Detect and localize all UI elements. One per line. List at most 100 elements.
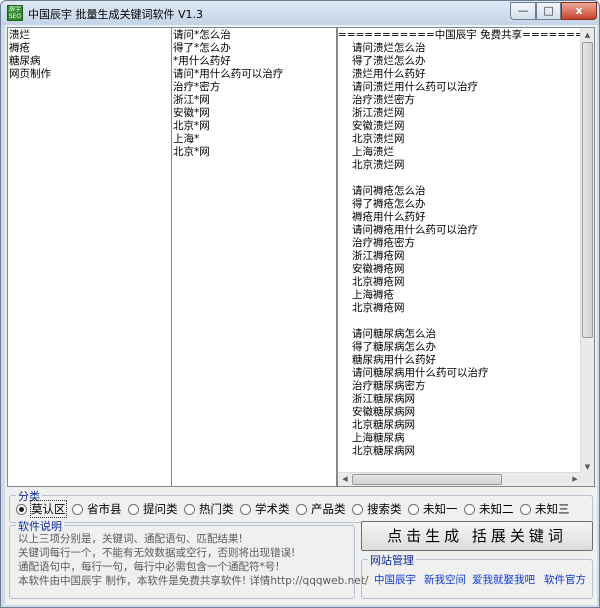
results-line: 请问糖尿病用什么药可以治疗 bbox=[352, 367, 489, 379]
keywords-line: 网页制作 bbox=[9, 68, 51, 80]
radio-dot-icon[interactable] bbox=[408, 503, 419, 515]
results-line: 北京溃烂网 bbox=[352, 133, 405, 145]
scroll-left-icon[interactable]: ◀ bbox=[338, 473, 352, 486]
results-line: 北京糖尿病网 bbox=[352, 419, 415, 431]
results-textarea[interactable]: ===========中国辰宇 免费共享================ 请问溃烂… bbox=[337, 27, 595, 487]
radio-dot-icon[interactable] bbox=[520, 503, 531, 515]
templates-textarea[interactable]: 请问*怎么治 得了*怎么办 *用什么药好 请问*用什么药可以治疗 治疗*密方 浙江*网 安徽… bbox=[171, 27, 337, 487]
site-link-aiwo[interactable]: 爱我就娶我吧 bbox=[472, 572, 535, 587]
category-radio-8[interactable]: 未知二 bbox=[464, 501, 514, 517]
radio-dot-icon[interactable] bbox=[240, 503, 251, 515]
category-radio-1[interactable]: 省市县 bbox=[72, 501, 122, 517]
scrollbar-corner bbox=[580, 472, 594, 486]
category-radio-6[interactable]: 搜索类 bbox=[352, 501, 402, 517]
radio-dot-icon[interactable] bbox=[296, 503, 307, 515]
templates-line: 请问*怎么治 bbox=[173, 29, 231, 41]
results-line: 北京褥疮网 bbox=[352, 302, 405, 314]
results-line: 得了溃烂怎么办 bbox=[352, 55, 426, 67]
help-text: 以上三项分别是，关键词、通配语句、匹配结果! 关键词每行一个，不能有无效数据或空… bbox=[18, 532, 368, 588]
results-line: 请问褥疮怎么治 bbox=[352, 185, 426, 197]
category-radio-3[interactable]: 热门类 bbox=[184, 501, 234, 517]
keywords-textarea[interactable]: 溃烂 褥疮 糖尿病 网页制作 bbox=[7, 27, 173, 487]
radio-dot-icon[interactable] bbox=[128, 503, 139, 515]
close-button[interactable]: x bbox=[561, 2, 597, 20]
templates-lines: 请问*怎么治 得了*怎么办 *用什么药好 请问*用什么药可以治疗 治疗*密方 浙江*网 安徽… bbox=[172, 28, 336, 160]
client-area: 溃烂 褥疮 糖尿病 网页制作 请问*怎么治 得了*怎么办 *用什么药好 请问*用什么药可以治… bbox=[5, 25, 597, 605]
radio-dot-icon[interactable] bbox=[464, 503, 475, 515]
results-line: 请问溃烂用什么药可以治疗 bbox=[352, 81, 478, 93]
category-radio-7[interactable]: 未知一 bbox=[408, 501, 458, 517]
results-line: 安徽糖尿病网 bbox=[352, 406, 415, 418]
radio-dot-icon[interactable] bbox=[352, 503, 363, 515]
templates-line: 北京*网 bbox=[173, 146, 210, 158]
results-line: 请问糖尿病怎么治 bbox=[352, 328, 436, 340]
results-line bbox=[352, 172, 593, 185]
maximize-button[interactable]: □ bbox=[536, 2, 561, 20]
site-link-xinwo[interactable]: 新我空间 bbox=[424, 572, 466, 587]
results-horizontal-scrollbar[interactable]: ◀ ▶ bbox=[338, 472, 582, 486]
category-radio-2[interactable]: 提问类 bbox=[128, 501, 178, 517]
vertical-scroll-thumb[interactable] bbox=[582, 42, 593, 338]
templates-line: *用什么药好 bbox=[173, 55, 231, 67]
help-line: 以上三项分别是，关键词、通配语句、匹配结果! bbox=[18, 533, 243, 545]
results-line: 得了褥疮怎么办 bbox=[352, 198, 426, 210]
results-line: 上海溃烂 bbox=[352, 146, 394, 158]
results-line bbox=[352, 315, 593, 328]
templates-line: 请问*用什么药可以治疗 bbox=[173, 68, 284, 80]
site-link-official[interactable]: 软件官方 bbox=[544, 572, 586, 587]
templates-line: 治疗*密方 bbox=[173, 81, 221, 93]
results-line: 浙江褥疮网 bbox=[352, 250, 405, 262]
results-line: ===========中国辰宇 免费共享================ bbox=[338, 29, 594, 41]
results-line: 请问褥疮用什么药可以治疗 bbox=[352, 224, 478, 236]
results-line: 北京溃烂网 bbox=[352, 159, 405, 171]
category-radio-5[interactable]: 产品类 bbox=[296, 501, 346, 517]
results-line: 治疗糖尿病密方 bbox=[352, 380, 426, 392]
radio-label: 莫认区 bbox=[30, 500, 67, 518]
radio-label: 未知二 bbox=[479, 502, 514, 516]
keywords-line: 糖尿病 bbox=[9, 55, 41, 67]
radio-label: 搜索类 bbox=[367, 502, 402, 516]
templates-line: 北京*网 bbox=[173, 120, 210, 132]
radio-dot-icon[interactable] bbox=[72, 503, 83, 515]
results-line: 北京糖尿病网 bbox=[352, 445, 415, 457]
templates-line: 浙江*网 bbox=[173, 94, 210, 106]
site-group: 网站管理 中国辰宇 新我空间 爱我就娶我吧 软件官方 bbox=[361, 552, 593, 599]
radio-label: 未知三 bbox=[535, 502, 570, 516]
category-group: 分类 莫认区 省市县 提问类 热门类 学术类 产品类 搜索类 未知一 未知二 未知三 bbox=[9, 488, 593, 523]
site-link-chenyu[interactable]: 中国辰宇 bbox=[374, 572, 416, 587]
radio-label: 热门类 bbox=[199, 502, 234, 516]
generate-button[interactable]: 点击生成 括展关键词 bbox=[361, 521, 593, 551]
results-line: 糖尿病用什么药好 bbox=[352, 354, 436, 366]
results-vertical-scrollbar[interactable]: ▲ ▼ bbox=[580, 28, 594, 474]
results-line: 北京褥疮网 bbox=[352, 276, 405, 288]
results-lines: ===========中国辰宇 免费共享================ 请问溃烂… bbox=[338, 28, 594, 459]
category-radio-9[interactable]: 未知三 bbox=[520, 501, 570, 517]
results-line: 褥疮用什么药好 bbox=[352, 211, 426, 223]
results-line: 治疗褥疮密方 bbox=[352, 237, 415, 249]
radio-label: 学术类 bbox=[255, 502, 290, 516]
results-line: 安徽褥疮网 bbox=[352, 263, 405, 275]
title-bar[interactable]: 辰宇 SEO 中国辰宇 批量生成关键词软件 V1.3 — □ x bbox=[1, 1, 599, 25]
help-line: 通配语句中，每行一句，每行中必需包含一个通配符*号! bbox=[18, 561, 280, 573]
radio-dot-icon[interactable] bbox=[16, 503, 27, 515]
category-radio-4[interactable]: 学术类 bbox=[240, 501, 290, 517]
templates-line: 得了*怎么办 bbox=[173, 42, 231, 54]
app-window: 辰宇 SEO 中国辰宇 批量生成关键词软件 V1.3 — □ x 溃烂 褥疮 糖尿病… bbox=[0, 0, 600, 608]
radio-label: 产品类 bbox=[311, 502, 346, 516]
templates-line: 安徽*网 bbox=[173, 107, 210, 119]
keywords-line: 溃烂 bbox=[9, 29, 30, 41]
horizontal-scroll-thumb[interactable] bbox=[352, 474, 502, 485]
results-line: 治疗溃烂密方 bbox=[352, 94, 415, 106]
scroll-up-icon[interactable]: ▲ bbox=[581, 28, 594, 42]
category-radio-0[interactable]: 莫认区 bbox=[16, 500, 67, 518]
app-icon: 辰宇 SEO bbox=[7, 5, 23, 21]
window-title: 中国辰宇 批量生成关键词软件 V1.3 bbox=[28, 8, 204, 21]
minimize-button[interactable]: — bbox=[510, 2, 536, 20]
radio-label: 省市县 bbox=[87, 502, 122, 516]
radio-dot-icon[interactable] bbox=[184, 503, 195, 515]
keywords-lines: 溃烂 褥疮 糖尿病 网页制作 bbox=[8, 28, 172, 82]
results-line: 上海褥疮 bbox=[352, 289, 394, 301]
help-line: 关键词每行一个，不能有无效数据或空行，否则将出现错误! bbox=[18, 547, 296, 559]
site-legend: 网站管理 bbox=[368, 552, 416, 568]
radio-label: 未知一 bbox=[423, 502, 458, 516]
